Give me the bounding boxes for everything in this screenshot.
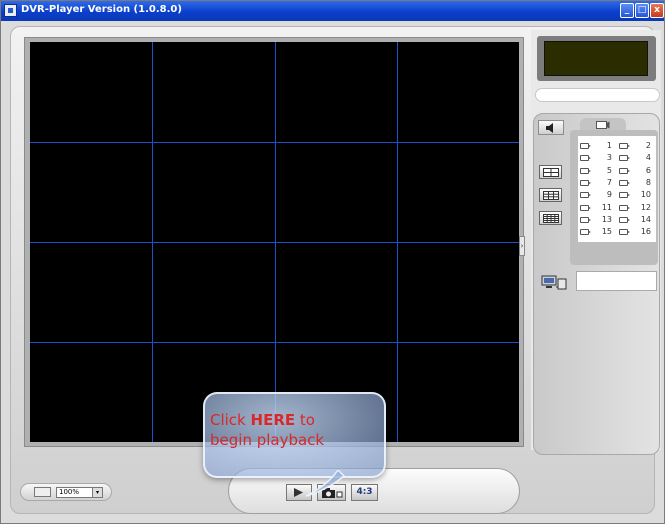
camera-item[interactable]: 8 [617,177,655,189]
camera-item[interactable]: 5 [578,165,616,177]
audio-button[interactable] [538,120,564,135]
quad-layout-icon [543,168,559,177]
camera-icon [619,179,630,186]
grid-line-horizontal [30,142,519,143]
camera-item[interactable]: 2 [617,140,655,152]
sixteen-layout-icon [543,214,559,223]
camera-number: 5 [606,165,612,175]
camera-icon [580,155,591,162]
layout-2x2-button[interactable] [539,165,562,179]
camera-icon [619,143,630,149]
camera-number: 14 [640,214,651,224]
close-button[interactable]: x [650,3,664,18]
zoom-value: 100% [59,488,80,496]
camera-icon [580,167,591,174]
camera-icon [619,167,630,174]
camera-item[interactable]: 15 [578,226,616,238]
camera-icon [619,155,630,162]
camera-item[interactable]: 9 [578,189,616,201]
camera-list: 1 2 3 4 5 6 7 8 9 10 11 12 13 14 15 16 [578,136,656,242]
nine-layout-icon [543,191,559,200]
camera-item[interactable]: 1 [578,140,616,152]
camera-item[interactable]: 6 [617,165,655,177]
camera-item[interactable]: 7 [578,177,616,189]
layout-3x3-button[interactable] [539,188,562,202]
title-bar: DVR-Player Version (1.0.8.0) _ □ x [1,1,664,21]
camera-icon [619,216,630,223]
app-icon [4,4,17,17]
camera-icon [580,229,591,236]
camera-item[interactable]: 3 [578,152,616,164]
camera-number: 15 [601,227,612,237]
camera-number: 13 [601,214,612,224]
camera-number: 11 [601,202,612,212]
callout-suffix: to [295,411,315,429]
callout-emphasis: HERE [250,411,296,429]
camera-number: 1 [606,141,612,150]
maximize-button[interactable]: □ [635,3,649,18]
grid-line-horizontal [30,342,519,343]
camera-icon [580,192,591,199]
camera-number: 7 [606,177,612,187]
camera-icon [619,229,630,236]
camera-icon [619,204,630,211]
panel-toggle-handle[interactable]: › [519,236,525,256]
minimize-button[interactable]: _ [620,3,634,18]
callout-line2: begin playback [210,431,325,449]
camera-icon [580,216,591,223]
speaker-icon [546,123,553,133]
camera-number: 2 [645,141,651,150]
lcd-display [544,41,648,76]
camera-item[interactable]: 11 [578,202,616,214]
camera-icon [619,192,630,199]
camera-number: 12 [640,202,651,212]
camera-item[interactable]: 12 [617,202,655,214]
video-display[interactable] [30,42,519,442]
camera-item[interactable]: 10 [617,189,655,201]
camera-icon [596,121,610,129]
status-field [535,88,660,102]
camera-item[interactable]: 16 [617,226,655,238]
camera-icon [580,143,591,149]
camera-icon [580,204,591,211]
network-address-field[interactable] [576,271,657,291]
camera-number: 3 [606,153,612,163]
layout-4x4-button[interactable] [539,211,562,225]
camera-number: 4 [645,153,651,163]
callout-pointer [305,470,346,497]
camera-item[interactable]: 13 [578,214,616,226]
camera-item[interactable]: 4 [617,152,655,164]
camera-number: 9 [606,190,612,200]
callout-text: Click HERE to begin playback [210,410,380,450]
camera-number: 8 [645,177,651,187]
grid-line-horizontal [30,242,519,243]
camera-icon [580,179,591,186]
camera-number: 16 [640,227,651,237]
camera-number: 10 [640,190,651,200]
zoom-select[interactable]: 100% ▾ [56,487,103,498]
computer-network-icon[interactable] [541,275,571,290]
zoom-dropdown-arrow[interactable]: ▾ [92,488,102,497]
callout-prefix: Click [210,411,251,429]
zoom-icon [34,487,51,497]
camera-number: 6 [645,165,651,175]
window-title: DVR-Player Version (1.0.8.0) [21,4,182,15]
camera-item[interactable]: 14 [617,214,655,226]
